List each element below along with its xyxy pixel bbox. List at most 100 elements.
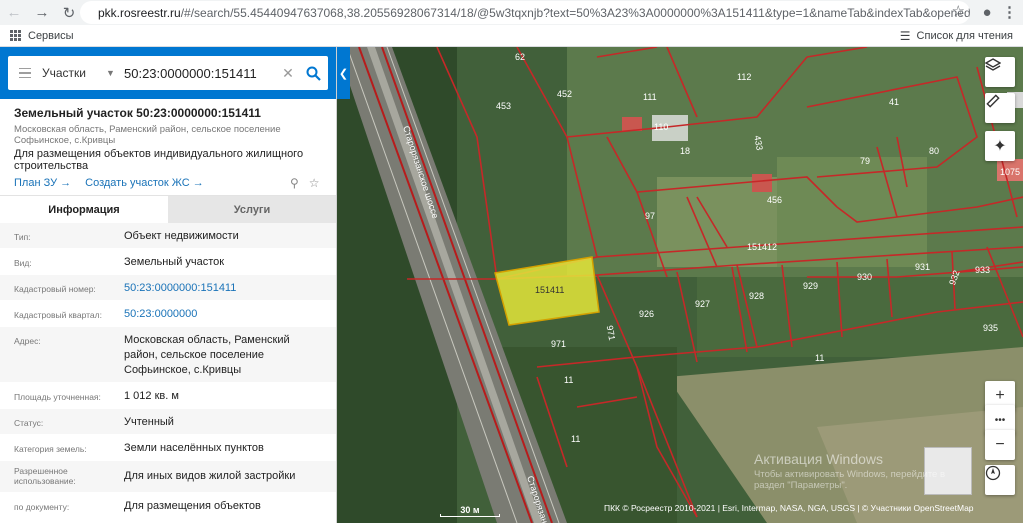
reading-list-icon: ☰ bbox=[899, 29, 911, 43]
compass-icon[interactable] bbox=[985, 465, 1015, 495]
clear-icon[interactable]: ✕ bbox=[278, 65, 298, 82]
favorite-star-icon[interactable]: ☆ bbox=[309, 176, 320, 190]
scale-bar bbox=[440, 514, 500, 517]
info-row: Вид: Земельный участок bbox=[0, 249, 336, 275]
profile-icon[interactable]: ● bbox=[973, 0, 1001, 25]
create-parcel-link[interactable]: Создать участок ЖС → bbox=[85, 177, 204, 189]
info-row: Площадь уточненная: 1 012 кв. м bbox=[0, 383, 336, 409]
pin-icon[interactable]: ✦ bbox=[985, 131, 1015, 161]
reload-icon[interactable]: ↻ bbox=[55, 0, 83, 25]
collapse-panel-button[interactable]: ❮ bbox=[337, 47, 350, 99]
map-view[interactable]: 62 453 452 111 112 41 110 18 433 79 80 1… bbox=[337, 47, 1023, 523]
parcel-label: 110 bbox=[654, 122, 668, 132]
info-panel: Участки ▼ 50:23:0000000:151411 ✕ Земельн… bbox=[0, 47, 337, 523]
info-value: Для иных видов жилой застройки bbox=[124, 470, 296, 482]
map-canvas: 62 453 452 111 112 41 110 18 433 79 80 1… bbox=[337, 47, 1023, 523]
parcel-label: 933 bbox=[975, 265, 990, 275]
search-type-select[interactable]: Участки bbox=[42, 66, 106, 80]
object-links: План ЗУ → Создать участок ЖС → bbox=[14, 177, 204, 189]
info-table: Тип: Объект недвижимости Вид: Земельный … bbox=[0, 223, 336, 519]
info-key: Категория земель: bbox=[14, 444, 87, 454]
cadastral-quarter-link[interactable]: 50:23:0000000 bbox=[124, 307, 324, 322]
apps-grid-icon[interactable] bbox=[10, 29, 22, 42]
info-key: Кадастровый номер: bbox=[14, 284, 96, 294]
info-row: Категория земель: Земли населённых пункт… bbox=[0, 435, 336, 461]
parcel-label: 18 bbox=[680, 146, 690, 156]
info-row: Статус: Учтенный bbox=[0, 409, 336, 435]
url-host: pkk.rosreestr.ru bbox=[98, 5, 181, 20]
info-value: Объект недвижимости bbox=[124, 230, 239, 242]
url-path: /#/search/55.45440947637068,38.205569280… bbox=[180, 5, 970, 20]
parcel-label: 452 bbox=[557, 89, 572, 99]
forward-arrow-icon[interactable]: → bbox=[28, 0, 56, 25]
back-arrow-icon[interactable]: ← bbox=[0, 0, 28, 25]
chevron-down-icon[interactable]: ▼ bbox=[106, 68, 124, 78]
cadastral-number-link[interactable]: 50:23:0000000:151411 bbox=[124, 281, 324, 296]
parcel-label: 456 bbox=[767, 195, 782, 205]
parcel-label: 935 bbox=[983, 323, 998, 333]
parcel-label: 11 bbox=[815, 353, 824, 363]
info-key: Статус: bbox=[14, 418, 44, 428]
bookmarks-bar: Сервисы ☰ Список для чтения bbox=[0, 25, 1023, 47]
parcel-label: 929 bbox=[803, 281, 818, 291]
parcel-label: 1075 bbox=[1000, 167, 1020, 177]
info-value: Для размещения объектов bbox=[124, 500, 261, 512]
info-row: Разрешенное использование: Для иных видо… bbox=[0, 461, 336, 493]
parcel-label: 930 bbox=[857, 272, 872, 282]
bookmark-apps[interactable]: Сервисы bbox=[28, 30, 74, 42]
search-input[interactable]: 50:23:0000000:151411 bbox=[124, 66, 278, 81]
info-key: Вид: bbox=[14, 258, 32, 268]
parcel-label: 11 bbox=[564, 375, 573, 385]
browser-toolbar: ← → ↻ pkk.rosreestr.ru /#/search/55.4544… bbox=[0, 0, 1023, 25]
parcel-label: 97 bbox=[645, 211, 655, 221]
menu-icon[interactable] bbox=[8, 56, 42, 90]
parcel-label: 111 bbox=[643, 92, 657, 102]
layers-icon[interactable] bbox=[985, 57, 1015, 87]
object-location: Московская область, Раменский район, сел… bbox=[14, 124, 281, 146]
parcel-label: 11 bbox=[571, 434, 580, 444]
parcel-label: 151412 bbox=[747, 242, 777, 252]
reading-list-label: Список для чтения bbox=[916, 30, 1013, 42]
info-key: Кадастровый квартал: bbox=[14, 310, 102, 320]
info-row: по документу: Для размещения объектов bbox=[0, 493, 336, 519]
info-key: по документу: bbox=[14, 502, 70, 512]
parcel-label: 926 bbox=[639, 309, 654, 319]
search-box: Участки ▼ 50:23:0000000:151411 ✕ bbox=[8, 56, 328, 90]
plan-link[interactable]: План ЗУ → bbox=[14, 177, 71, 189]
info-value: Учтенный bbox=[124, 416, 174, 428]
parcel-label: 79 bbox=[860, 156, 870, 166]
info-row: Кадастровый квартал: 50:23:0000000 bbox=[0, 301, 336, 327]
reading-list-button[interactable]: ☰ Список для чтения bbox=[900, 29, 1013, 43]
search-icon[interactable] bbox=[298, 66, 328, 81]
parcel-label: 41 bbox=[889, 97, 899, 107]
info-value: Московская область, Раменский район, сел… bbox=[124, 334, 290, 376]
address-bar[interactable]: pkk.rosreestr.ru /#/search/55.4544094763… bbox=[80, 1, 970, 24]
parcel-label: 927 bbox=[695, 299, 710, 309]
ruler-icon[interactable] bbox=[985, 93, 1015, 123]
info-key: Разрешенное использование: bbox=[14, 466, 76, 486]
parcel-label: 971 bbox=[551, 339, 566, 349]
zoom-to-icon[interactable]: ⚲ bbox=[290, 176, 299, 190]
tab-services[interactable]: Услуги bbox=[168, 196, 336, 224]
tab-info[interactable]: Информация bbox=[0, 196, 168, 224]
map-attribution: ПКК © Росреестр 2010-2021 | Esri, Interm… bbox=[604, 503, 974, 513]
object-title: Земельный участок 50:23:0000000:151411 bbox=[14, 106, 261, 120]
info-row: Тип: Объект недвижимости bbox=[0, 223, 336, 249]
search-bar: Участки ▼ 50:23:0000000:151411 ✕ bbox=[0, 47, 336, 99]
zoom-out-button[interactable]: − bbox=[985, 430, 1015, 460]
bookmark-star-icon[interactable]: ☆ bbox=[952, 2, 965, 20]
tabs: Информация Услуги bbox=[0, 195, 336, 224]
browser-menu-icon[interactable]: ⋮ bbox=[1002, 3, 1017, 21]
parcel-label: 151411 bbox=[535, 285, 564, 295]
windows-watermark-text: Чтобы активировать Windows, перейдите в … bbox=[754, 469, 946, 491]
info-key: Адрес: bbox=[14, 336, 41, 346]
info-value: 1 012 кв. м bbox=[124, 390, 179, 402]
parcel-label: 453 bbox=[496, 101, 511, 111]
parcel-label: 112 bbox=[737, 72, 751, 82]
parcel-label: 80 bbox=[929, 146, 939, 156]
info-row: Кадастровый номер: 50:23:0000000:151411 bbox=[0, 275, 336, 301]
parcel-label: 928 bbox=[749, 291, 764, 301]
info-row: Адрес: Московская область, Раменский рай… bbox=[0, 327, 336, 383]
object-purpose: Для размещения объектов индивидуального … bbox=[14, 148, 304, 172]
object-tools: ⚲ ☆ bbox=[290, 176, 320, 190]
